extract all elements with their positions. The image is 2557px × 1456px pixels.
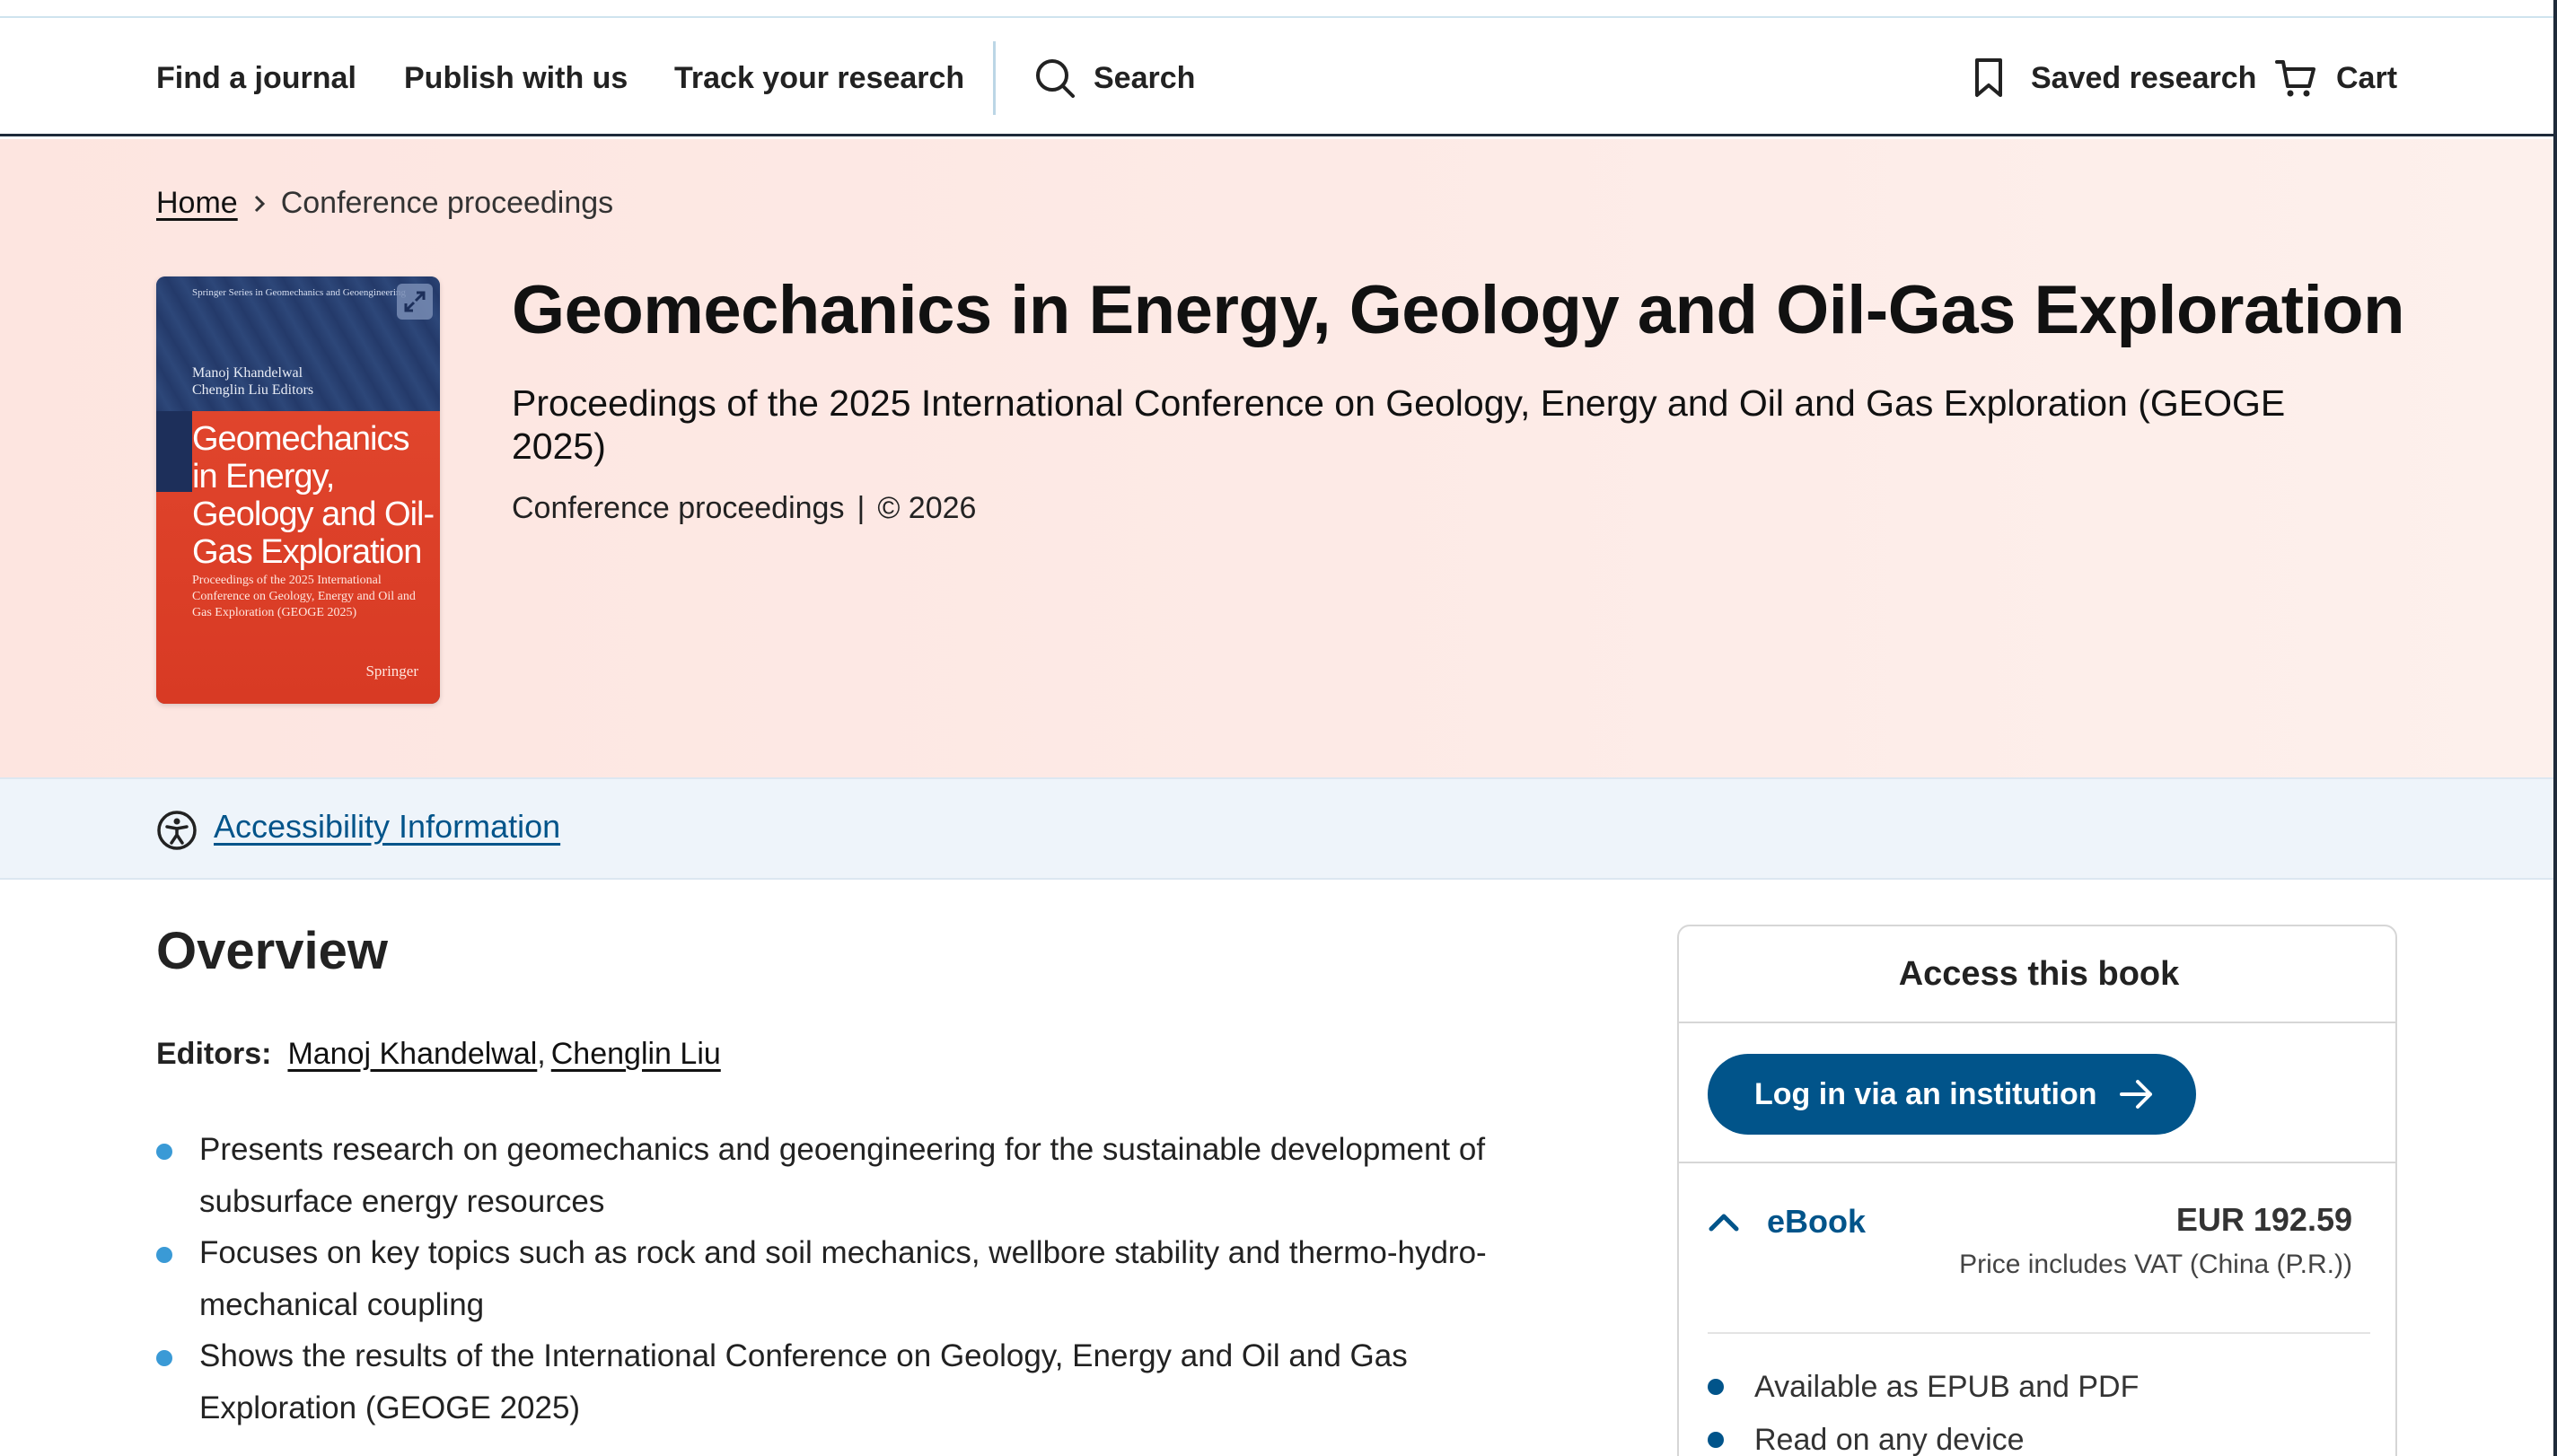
editors-separator: , <box>537 1037 546 1071</box>
nav-find-journal[interactable]: Find a journal <box>156 20 356 136</box>
editor-link-2[interactable]: Chenglin Liu <box>551 1037 721 1072</box>
cover-stripe <box>156 411 192 492</box>
book-cover[interactable]: Springer Series in Geomechanics and Geoe… <box>156 276 440 704</box>
book-subtitle: Proceedings of the 2025 International Co… <box>512 382 2286 467</box>
access-heading: Access this book <box>1679 926 2395 1023</box>
search-icon <box>1034 57 1076 99</box>
panel-divider-2 <box>1708 1332 2370 1334</box>
chevron-up-icon <box>1709 1214 1739 1232</box>
cover-editor-2: Chenglin Liu Editors <box>192 382 314 398</box>
nav-cart-label: Cart <box>2336 60 2398 95</box>
nav-publish[interactable]: Publish with us <box>404 20 628 136</box>
nav-search[interactable]: Search <box>1034 20 1195 136</box>
nav-cart[interactable]: Cart <box>2275 20 2397 136</box>
breadcrumb-current: Conference proceedings <box>280 186 614 220</box>
nav-track-label: Track your research <box>674 60 965 95</box>
overview-bullets: Presents research on geomechanics and ge… <box>156 1124 1557 1434</box>
overview-heading: Overview <box>156 922 388 980</box>
window-edge <box>2553 0 2557 1456</box>
breadcrumb-home[interactable]: Home <box>156 186 238 221</box>
list-item: Presents research on geomechanics and ge… <box>156 1124 1557 1227</box>
arrow-right-icon <box>2119 1078 2155 1110</box>
bookmark-icon <box>1973 57 2004 99</box>
ebook-features: Available as EPUB and PDF Read on any de… <box>1708 1361 2139 1456</box>
nav-divider <box>993 41 996 115</box>
accessibility-bar: Accessibility Information <box>0 777 2557 880</box>
ebook-toggle[interactable]: eBook <box>1708 1203 1866 1241</box>
list-item: Focuses on key topics such as rock and s… <box>156 1227 1557 1330</box>
accessibility-link[interactable]: Accessibility Information <box>214 808 560 846</box>
nav-saved-research[interactable]: Saved research <box>1973 20 2256 136</box>
cart-icon <box>2275 57 2316 99</box>
cover-editor-1: Manoj Khandelwal <box>192 365 303 381</box>
editor-link-1[interactable]: Manoj Khandelwal <box>287 1037 537 1072</box>
list-item: Available as EPUB and PDF <box>1708 1361 2139 1414</box>
ebook-label: eBook <box>1767 1203 1867 1240</box>
breadcrumb: Home Conference proceedings <box>156 186 613 221</box>
login-button-label: Log in via an institution <box>1754 1076 2097 1111</box>
panel-divider <box>1679 1162 2395 1163</box>
nav-find-journal-label: Find a journal <box>156 60 356 95</box>
nav-search-label: Search <box>1094 60 1196 95</box>
cover-subtitle: Proceedings of the 2025 International Co… <box>192 574 416 619</box>
top-navigation: Find a journal Publish with us Track you… <box>0 20 2557 136</box>
cover-editors: Manoj Khandelwal Chenglin Liu Editors <box>192 364 313 399</box>
meta-separator: | <box>857 491 866 525</box>
nav-saved-label: Saved research <box>2031 60 2257 95</box>
book-meta: Conference proceedings | © 2026 <box>512 491 976 526</box>
editors-line: Editors: Manoj Khandelwal , Chenglin Liu <box>156 1037 721 1072</box>
nav-publish-label: Publish with us <box>404 60 628 95</box>
top-strip <box>0 0 2557 18</box>
access-panel: Access this book Log in via an instituti… <box>1677 925 2397 1456</box>
cover-title: Geomechanics in Energy, Geology and Oil-… <box>192 420 435 571</box>
book-hero: Home Conference proceedings Springer Ser… <box>0 139 2557 777</box>
list-item: Read on any device <box>1708 1414 2139 1456</box>
expand-icon[interactable] <box>397 284 433 320</box>
cover-publisher: Springer <box>365 662 418 680</box>
accessibility-icon <box>156 810 198 855</box>
book-type: Conference proceedings <box>512 491 845 525</box>
chevron-right-icon <box>252 194 267 214</box>
login-institution-button[interactable]: Log in via an institution <box>1708 1054 2196 1135</box>
vat-note: Price includes VAT (China (P.R.)) <box>1959 1250 2352 1279</box>
editors-label: Editors: <box>156 1037 272 1071</box>
list-item: Shows the results of the International C… <box>156 1330 1557 1434</box>
nav-track-research[interactable]: Track your research <box>674 20 964 136</box>
book-title: Geomechanics in Energy, Geology and Oil-… <box>512 272 2405 348</box>
ebook-price: EUR 192.59 <box>2175 1201 2352 1238</box>
book-copyright: © 2026 <box>877 491 977 525</box>
cover-series: Springer Series in Geomechanics and Geoe… <box>192 287 406 298</box>
